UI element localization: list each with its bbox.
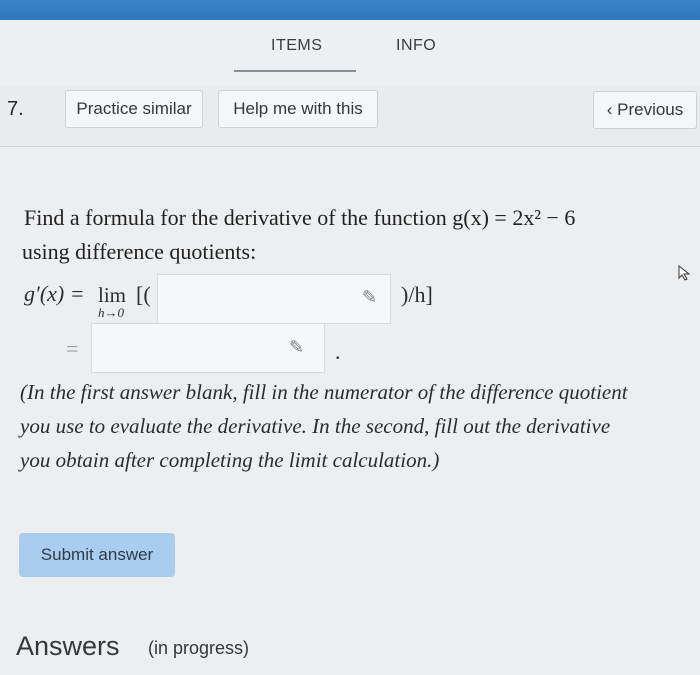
help-me-label: Help me with this xyxy=(233,99,363,118)
answers-status: (in progress) xyxy=(148,638,250,658)
previous-button[interactable]: ‹ Previous xyxy=(593,91,697,129)
formula-lhs: g′(x) = xyxy=(24,281,85,306)
tab-items[interactable]: ITEMS xyxy=(271,37,322,55)
question-number: 7. xyxy=(7,98,24,120)
period: . xyxy=(335,339,341,364)
tab-info[interactable]: INFO xyxy=(396,37,436,55)
instruction-line-3: you obtain after completing the limit ca… xyxy=(20,448,440,472)
previous-label: Previous xyxy=(617,100,684,119)
mouse-pointer-icon xyxy=(678,265,691,281)
question-prompt-line-1: Find a formula for the derivative of the… xyxy=(24,205,576,230)
instruction-line-2: you use to evaluate the derivative. In t… xyxy=(20,414,611,438)
help-me-button[interactable]: Help me with this xyxy=(218,90,378,128)
pencil-icon[interactable]: ✎ xyxy=(362,287,377,308)
chevron-left-icon: ‹ xyxy=(606,100,613,119)
close-bracket: )/h] xyxy=(401,282,433,307)
numerator-answer-input[interactable] xyxy=(157,274,391,324)
practice-similar-label: Practice similar xyxy=(76,99,192,118)
submit-answer-label: Submit answer xyxy=(40,545,154,564)
top-bar xyxy=(0,0,700,20)
submit-answer-button[interactable]: Submit answer xyxy=(19,533,175,577)
limit-subscript: h→0 xyxy=(98,305,124,320)
practice-similar-button[interactable]: Practice similar xyxy=(65,90,203,128)
question-prompt-line-2: using difference quotients: xyxy=(22,239,257,264)
open-bracket: [( xyxy=(136,282,151,307)
equals-sign: = xyxy=(66,336,79,361)
active-tab-indicator xyxy=(234,70,356,72)
tab-bar: ITEMS INFO xyxy=(0,20,700,86)
answers-title: Answers xyxy=(16,631,120,661)
instruction-line-1: (In the first answer blank, fill in the … xyxy=(20,380,628,404)
pencil-icon[interactable]: ✎ xyxy=(289,337,304,358)
